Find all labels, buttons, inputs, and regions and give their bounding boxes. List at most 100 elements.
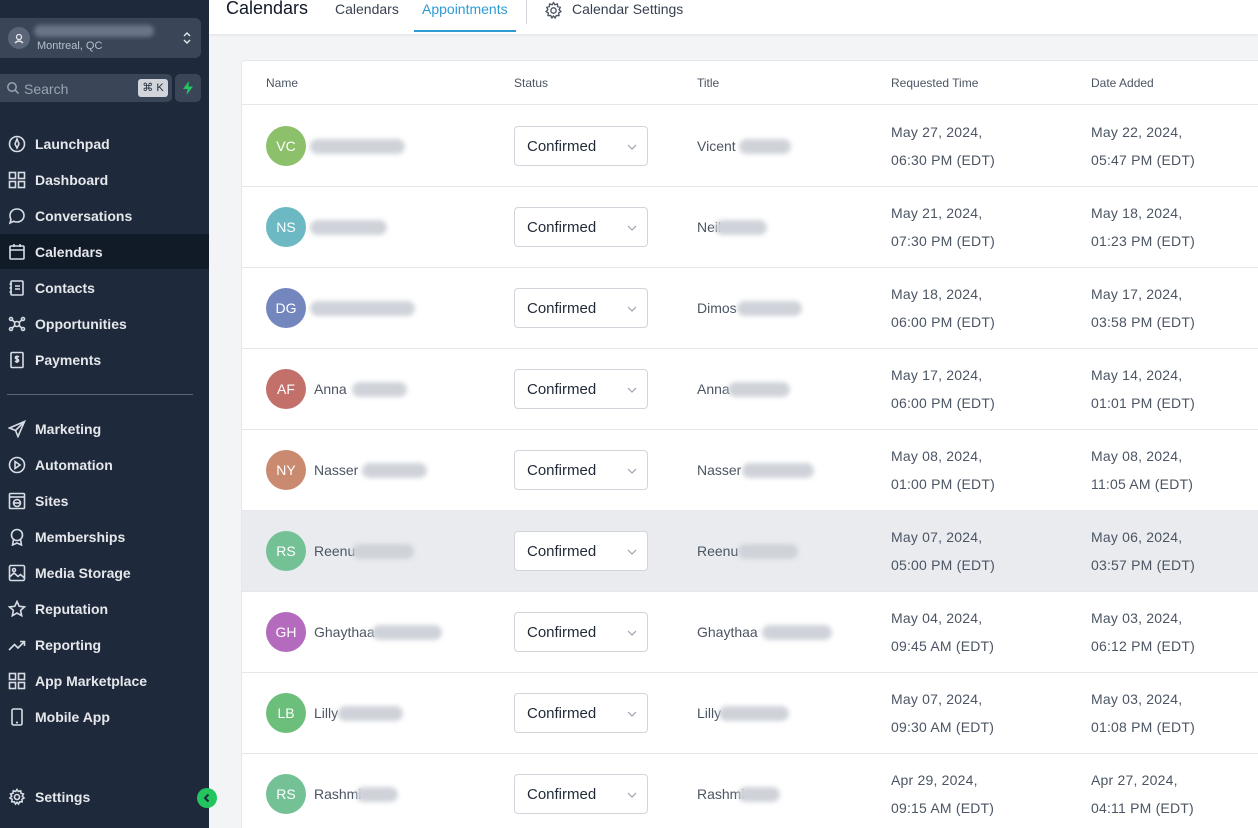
table-row[interactable]: RS Reenu Confirmed Reenu May 07, 2024, 05:00 … [242,511,1258,592]
sidebar-item-launchpad[interactable]: Launchpad [0,126,209,161]
tab-appointments[interactable]: Appointments [414,1,516,32]
column-header-name[interactable]: Name [266,76,298,90]
quick-actions-button[interactable] [175,74,201,102]
sidebar-item-label: Reporting [35,636,102,653]
search-input[interactable]: Search ⌘ K [0,74,172,102]
column-header-requested-time[interactable]: Requested Time [891,76,978,90]
contact-name[interactable]: Nasser [314,462,358,478]
added-clock: 03:57 PM (EDT) [1091,557,1195,573]
location-city: Montreal, QC [37,40,103,52]
appointment-title: Vicent [697,138,736,154]
avatar[interactable]: DG [266,288,306,328]
requested-date: May 21, 2024, [891,205,983,221]
sidebar-item-opportunities[interactable]: Opportunities [0,306,209,341]
avatar[interactable]: NY [266,450,306,490]
added-date: May 18, 2024, [1091,205,1183,221]
table-row[interactable]: GH Ghaythaa Confirmed Ghaythaa May 04, 2024,… [242,592,1258,673]
chevron-left-icon [203,793,210,803]
sidebar-item-payments[interactable]: Payments [0,342,209,377]
gear-icon [545,1,562,20]
table-row[interactable]: RS Rashmi Confirmed Rashmi Apr 29, 2024, 09:1… [242,754,1258,828]
sidebar-item-memberships[interactable]: Memberships [0,519,209,554]
appointment-title: Reenu [697,543,739,559]
column-header-title[interactable]: Title [697,76,719,90]
status-select[interactable]: Confirmed [514,693,648,733]
added-date: May 08, 2024, [1091,448,1183,464]
avatar[interactable]: RS [266,531,306,571]
sidebar-item-contacts[interactable]: Contacts [0,270,209,305]
requested-clock: 06:00 PM (EDT) [891,314,995,330]
added-clock: 01:08 PM (EDT) [1091,719,1195,735]
redacted-title-blur [719,706,789,721]
added-clock: 11:05 AM (EDT) [1091,476,1194,492]
sidebar-item-label: Opportunities [35,315,127,332]
contact-name[interactable]: Rashmi [314,786,361,802]
sidebar-item-settings[interactable]: Settings [0,779,209,814]
chevron-down-icon [627,792,637,798]
table-row[interactable]: DG Confirmed Dimos May 18, 2024, 06:00 PM (E… [242,268,1258,349]
contact-name[interactable]: Reenu [314,543,355,559]
requested-date: Apr 29, 2024, [891,772,978,788]
sidebar-item-media-storage[interactable]: Media Storage [0,555,209,590]
requested-clock: 01:00 PM (EDT) [891,476,995,492]
contact-name[interactable]: Ghaythaa [314,624,375,640]
appointment-title: Nasser [697,462,742,478]
added-date: May 03, 2024, [1091,610,1183,626]
redacted-name-blur [338,706,403,721]
column-header-date-added[interactable]: Date Added [1091,76,1154,90]
added-clock: 03:58 PM (EDT) [1091,314,1195,330]
status-select[interactable]: Confirmed [514,288,648,328]
requested-time: May 27, 2024, 06:30 PM (EDT) [891,118,995,174]
sidebar-item-marketing[interactable]: Marketing [0,411,209,446]
status-select[interactable]: Confirmed [514,612,648,652]
appointment-title: Ghaythaa [697,624,758,640]
column-header-status[interactable]: Status [514,76,548,90]
gear-icon [8,787,26,806]
table-row[interactable]: VC Confirmed Vicent May 27, 2024, 06:30 PM (… [242,106,1258,187]
status-select[interactable]: Confirmed [514,126,648,166]
date-added: May 03, 2024, 01:08 PM (EDT) [1091,685,1195,741]
date-added: May 18, 2024, 01:23 PM (EDT) [1091,199,1195,255]
status-value: Confirmed [527,462,597,479]
sidebar-item-reputation[interactable]: Reputation [0,591,209,626]
avatar[interactable]: AF [266,369,306,409]
location-switcher[interactable]: Montreal, QC [0,18,201,58]
sidebar-item-calendars[interactable]: Calendars [0,234,209,269]
date-added: May 06, 2024, 03:57 PM (EDT) [1091,523,1195,579]
table-row[interactable]: NY Nasser Confirmed Nasser May 08, 2024, 01:0… [242,430,1258,511]
sidebar-item-app-marketplace[interactable]: App Marketplace [0,663,209,698]
avatar[interactable]: VC [266,126,306,166]
date-added: May 17, 2024, 03:58 PM (EDT) [1091,280,1195,336]
calendar-icon [8,243,26,261]
sidebar-item-label: Media Storage [35,564,131,581]
avatar[interactable]: RS [266,774,306,814]
contact-name[interactable]: Lilly [314,705,338,721]
redacted-name-blur [310,220,387,235]
status-select[interactable]: Confirmed [514,774,648,814]
top-header: Calendars Calendars Appointments Calenda… [209,0,1258,34]
table-row[interactable]: LB Lilly Confirmed Lilly May 07, 2024, 09:30 … [242,673,1258,754]
sidebar-item-conversations[interactable]: Conversations [0,198,209,233]
apps-grid-icon [8,672,26,690]
table-row[interactable]: NS Confirmed Neil May 21, 2024, 07:30 PM (ED… [242,187,1258,268]
sidebar-item-automation[interactable]: Automation [0,447,209,482]
avatar[interactable]: GH [266,612,306,652]
added-date: May 22, 2024, [1091,124,1183,140]
sidebar-item-sites[interactable]: Sites [0,483,209,518]
sidebar-item-label: Calendars [35,243,103,260]
status-select[interactable]: Confirmed [514,207,648,247]
sidebar-item-reporting[interactable]: Reporting [0,627,209,662]
sidebar-collapse-button[interactable] [197,788,217,808]
tab-calendars[interactable]: Calendars [335,1,399,32]
avatar[interactable]: NS [266,207,306,247]
avatar[interactable]: LB [266,693,306,733]
contact-name[interactable]: Anna [314,381,347,397]
sidebar-item-dashboard[interactable]: Dashboard [0,162,209,197]
status-select[interactable]: Confirmed [514,531,648,571]
table-row[interactable]: AF Anna Confirmed Anna May 17, 2024, 06:00 PM… [242,349,1258,430]
tab-calendar-settings[interactable]: Calendar Settings [572,1,683,32]
status-select[interactable]: Confirmed [514,369,648,409]
status-select[interactable]: Confirmed [514,450,648,490]
sidebar-item-mobile-app[interactable]: Mobile App [0,699,209,734]
rocket-icon [8,135,26,153]
